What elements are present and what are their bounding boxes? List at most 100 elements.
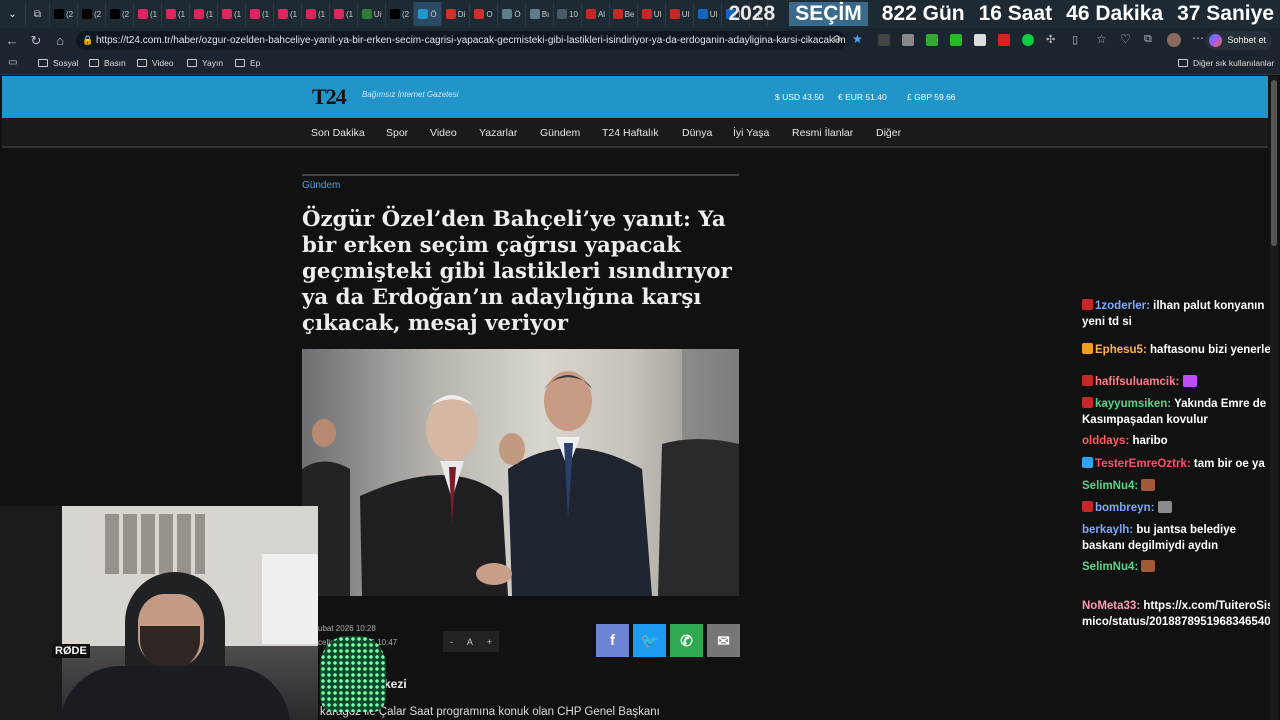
page-scrollbar-thumb[interactable] bbox=[1271, 80, 1277, 246]
favorite-star-icon[interactable]: ★ bbox=[852, 32, 863, 46]
browser-tab[interactable]: (1 bbox=[246, 2, 274, 26]
nav-yazarlar[interactable]: Yazarlar bbox=[479, 127, 517, 139]
browser-tab[interactable]: Ö bbox=[414, 2, 442, 26]
tab-title: (2 bbox=[65, 9, 74, 19]
chat-message: Ephesu5: haftasonu bizi yenerler bbox=[1082, 342, 1276, 358]
more-menu-icon[interactable]: ⋯ bbox=[1192, 31, 1204, 45]
chat-username: 1zoderler bbox=[1095, 300, 1147, 312]
nav-diger[interactable]: Diğer bbox=[876, 127, 901, 139]
puzzle-icon[interactable]: ✣ bbox=[1046, 33, 1055, 46]
browser-tab[interactable]: (2 bbox=[78, 2, 106, 26]
browser-tab[interactable]: (1 bbox=[218, 2, 246, 26]
whatsapp-icon: ✆ bbox=[680, 632, 693, 650]
share-whatsapp-button[interactable]: ✆ bbox=[670, 624, 703, 657]
copilot-chat-button[interactable]: Sohbet et bbox=[1205, 31, 1272, 50]
browser-tab[interactable]: Be bbox=[610, 2, 638, 26]
share-email-button[interactable]: ✉ bbox=[707, 624, 740, 657]
tab-title: (1 bbox=[177, 9, 186, 19]
countdown-days: 822 Gün bbox=[881, 2, 965, 25]
browser-tab[interactable]: Di bbox=[442, 2, 470, 26]
news-icon bbox=[585, 9, 596, 19]
home-button[interactable]: ⌂ bbox=[48, 33, 72, 48]
chat-username: NoMeta33 bbox=[1082, 600, 1137, 612]
bookmark-folder-video[interactable]: Video bbox=[137, 58, 174, 68]
browser-tab[interactable]: Bı bbox=[526, 2, 554, 26]
bookmark-folder-basin[interactable]: Basın bbox=[89, 58, 126, 68]
tab-title: (1 bbox=[345, 9, 354, 19]
folder-icon bbox=[235, 59, 245, 67]
settings-icon[interactable]: ⚙ bbox=[832, 33, 842, 46]
font-reset-button[interactable]: A bbox=[467, 637, 473, 647]
chat-text: haribo bbox=[1132, 435, 1168, 447]
site-header: T24 Bağımsız İnternet Gazetesi $ USD 43.… bbox=[2, 76, 1268, 118]
url-text: https://t24.com.tr/haber/ozgur-ozelden-b… bbox=[96, 35, 846, 46]
browser-tab[interactable]: (1 bbox=[134, 2, 162, 26]
browser-tab[interactable]: (1 bbox=[302, 2, 330, 26]
profile-avatar[interactable] bbox=[1167, 33, 1181, 47]
browser-tab[interactable]: Ul bbox=[694, 2, 722, 26]
back-button[interactable]: ← bbox=[0, 33, 24, 48]
favorites-icon[interactable]: ☆ bbox=[1096, 32, 1107, 46]
browser-tab[interactable]: (1 bbox=[274, 2, 302, 26]
extension-icon[interactable] bbox=[998, 34, 1010, 46]
nav-dunya[interactable]: Dünya bbox=[682, 127, 712, 139]
font-decrease-button[interactable]: - bbox=[450, 637, 453, 647]
other-bookmarks-folder[interactable]: Diğer sık kullanılanlar bbox=[1178, 58, 1274, 68]
nav-video[interactable]: Video bbox=[430, 127, 457, 139]
election-countdown-overlay: 2028 SEÇİM 822 Gün 16 Saat 46 Dakika 37 … bbox=[729, 0, 1274, 28]
tab-list-button[interactable]: ⌄ bbox=[0, 2, 26, 26]
browser-tab[interactable]: Ul bbox=[638, 2, 666, 26]
article-category[interactable]: Gündem bbox=[302, 180, 340, 191]
browser-tab[interactable]: O bbox=[470, 2, 498, 26]
address-bar[interactable]: 🔒 https://t24.com.tr/haber/ozgur-ozelden… bbox=[76, 31, 846, 50]
extension-icon[interactable] bbox=[926, 34, 938, 46]
nav-son-dakika[interactable]: Son Dakika bbox=[311, 127, 365, 139]
sidebar-toggle-icon[interactable]: ▭ bbox=[8, 57, 17, 68]
nav-spor[interactable]: Spor bbox=[386, 127, 408, 139]
extension-icon[interactable] bbox=[1022, 34, 1034, 46]
font-increase-button[interactable]: + bbox=[487, 637, 492, 647]
collections-icon[interactable]: ⧉ bbox=[1144, 33, 1152, 46]
browser-tab[interactable]: (1 bbox=[190, 2, 218, 26]
youtube-icon bbox=[165, 9, 176, 19]
nav-iyi-yasa[interactable]: İyi Yaşa bbox=[733, 127, 769, 139]
lock-icon: 🔒 bbox=[82, 35, 94, 45]
browser-tab[interactable]: (2 bbox=[386, 2, 414, 26]
reload-button[interactable]: ↻ bbox=[24, 33, 48, 49]
share-twitter-button[interactable]: 🐦 bbox=[633, 624, 666, 657]
nav-t24-haftalik[interactable]: T24 Haftalık bbox=[602, 127, 659, 139]
share-facebook-button[interactable]: f bbox=[596, 624, 629, 657]
browser-tab[interactable]: Ul bbox=[666, 2, 694, 26]
chat-emote-icon bbox=[1141, 479, 1156, 491]
browser-tab[interactable]: 10 bbox=[554, 2, 582, 26]
chat-username: SelimNu4 bbox=[1082, 480, 1135, 492]
bookmark-folder-ep[interactable]: Ep bbox=[235, 58, 260, 68]
nav-resmi-ilanlar[interactable]: Resmi İlanlar bbox=[792, 127, 853, 139]
workspaces-button[interactable]: ⧉ bbox=[26, 2, 50, 26]
site-icon bbox=[502, 9, 513, 19]
tab-title: (1 bbox=[289, 9, 298, 19]
nav-gundem[interactable]: Gündem bbox=[540, 127, 580, 139]
extension-icon[interactable] bbox=[878, 34, 890, 46]
site-icon bbox=[529, 9, 540, 19]
browser-tab[interactable]: Al bbox=[582, 2, 610, 26]
browser-tab[interactable]: (2 bbox=[106, 2, 134, 26]
extension-icon[interactable] bbox=[974, 34, 986, 46]
browser-tab[interactable]: Ui bbox=[358, 2, 386, 26]
wall-photos bbox=[105, 514, 205, 574]
browser-essentials-icon[interactable]: ♡ bbox=[1120, 32, 1131, 46]
split-screen-icon[interactable]: ▯ bbox=[1072, 33, 1078, 46]
extension-icon[interactable] bbox=[950, 34, 962, 46]
chat-message: berkaylh: bu jantsa belediye baskanı deg… bbox=[1082, 522, 1276, 554]
chat-badge-icon bbox=[1082, 457, 1093, 468]
browser-tab[interactable]: (2 bbox=[50, 2, 78, 26]
browser-tab[interactable]: Ö bbox=[498, 2, 526, 26]
bookmark-folder-sosyal[interactable]: Sosyal bbox=[38, 58, 79, 68]
browser-tab[interactable]: (1 bbox=[330, 2, 358, 26]
folder-icon bbox=[1178, 59, 1188, 67]
site-logo[interactable]: T24 bbox=[312, 84, 347, 110]
browser-tab[interactable]: (1 bbox=[162, 2, 190, 26]
extension-icon[interactable] bbox=[902, 34, 914, 46]
bookmark-folder-yayin[interactable]: Yayın bbox=[187, 58, 223, 68]
tab-title: (1 bbox=[205, 9, 214, 19]
